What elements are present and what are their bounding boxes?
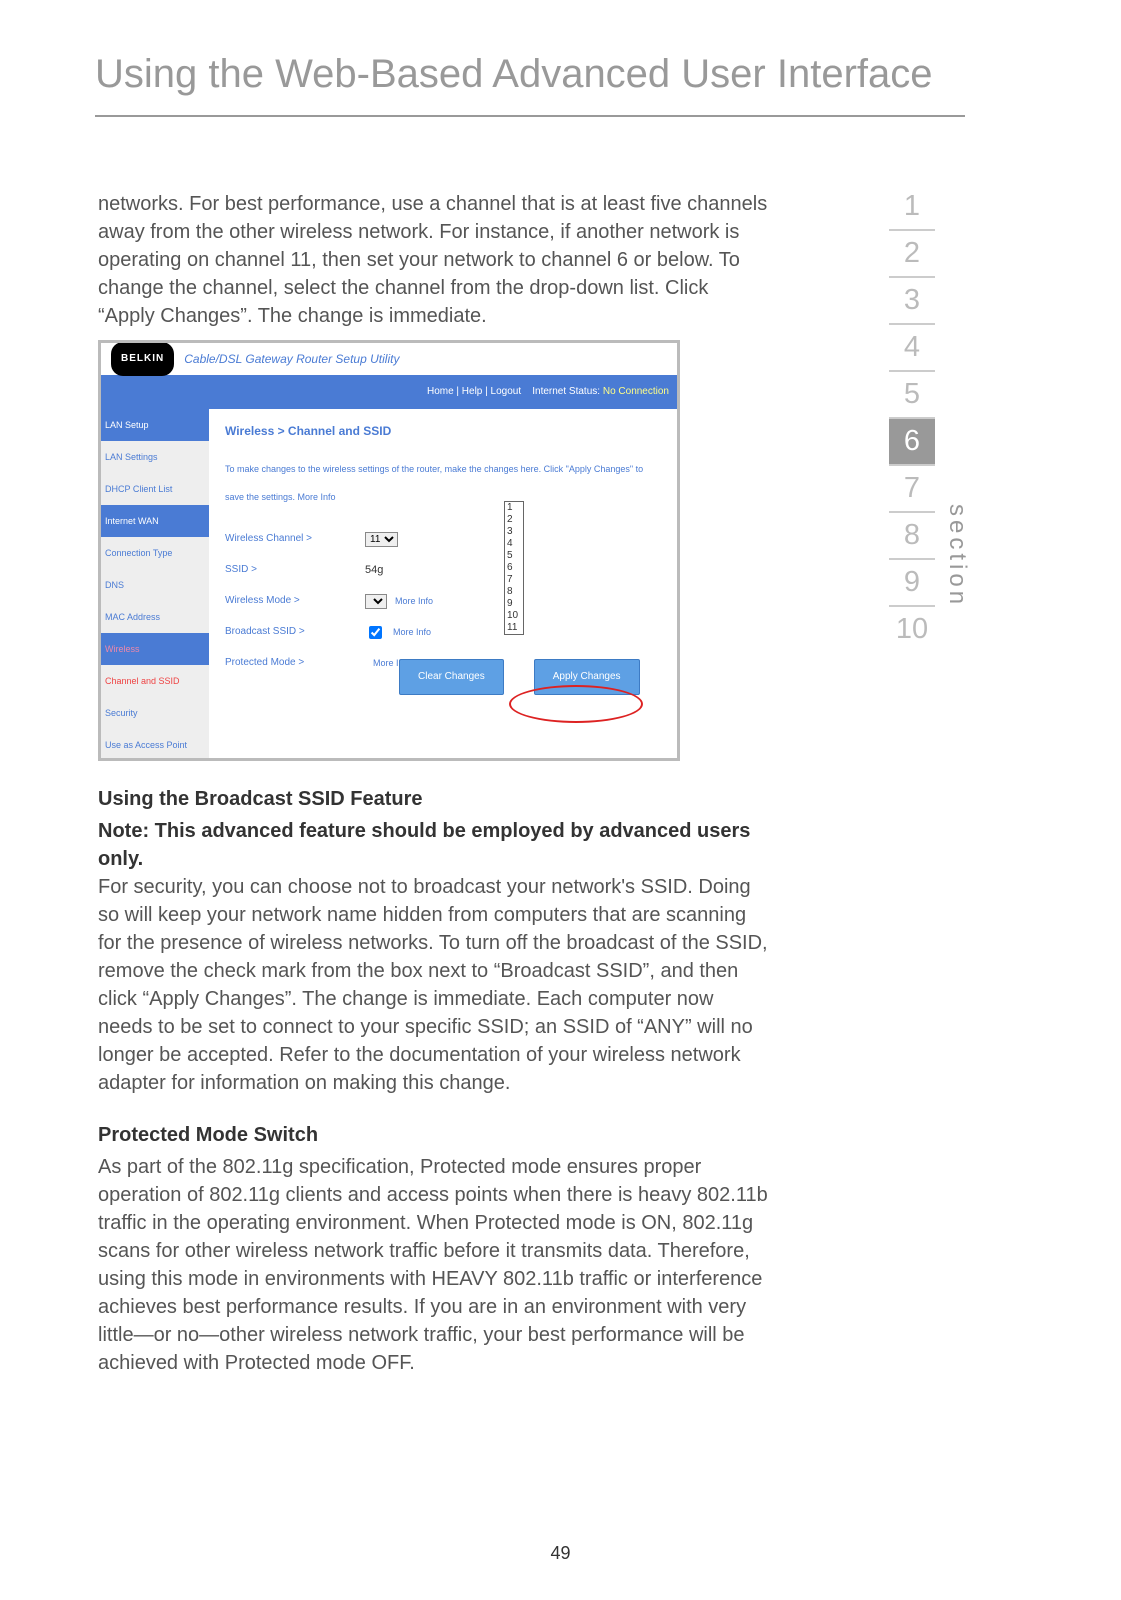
channel-option[interactable]: 5 <box>505 550 523 562</box>
router-sidebar: LAN SetupLAN SettingsDHCP Client ListInt… <box>101 409 209 761</box>
channel-option[interactable]: 3 <box>505 526 523 538</box>
broadcast-ssid-checkbox[interactable] <box>369 626 382 639</box>
router-header-text: Cable/DSL Gateway Router Setup Utility <box>184 345 399 373</box>
router-nav-item[interactable]: Security <box>101 697 209 729</box>
page-title: Using the Web-Based Advanced User Interf… <box>95 52 965 117</box>
para-broadcast: For security, you can choose not to broa… <box>98 873 768 1097</box>
section-label: section <box>943 504 971 608</box>
channel-dropdown[interactable]: 1234567891011 <box>504 501 524 635</box>
wireless-channel-select[interactable]: 11 <box>365 532 398 547</box>
highlight-circle <box>509 685 643 723</box>
clear-changes-button[interactable]: Clear Changes <box>399 659 504 695</box>
topbar-status-value: No Connection <box>603 386 669 397</box>
router-nav-item[interactable]: Channel and SSID <box>101 665 209 697</box>
topbar-status-label: Internet Status: <box>532 386 600 397</box>
channel-option[interactable]: 7 <box>505 574 523 586</box>
mode-more-info[interactable]: More Info <box>395 587 433 615</box>
section-nav-8[interactable]: 8 <box>889 513 935 560</box>
section-nav-2[interactable]: 2 <box>889 231 935 278</box>
protected-mode-label[interactable]: Protected Mode > <box>225 649 365 677</box>
section-nav-4[interactable]: 4 <box>889 325 935 372</box>
wireless-mode-select[interactable] <box>365 594 387 609</box>
section-nav-1[interactable]: 1 <box>889 184 935 231</box>
router-nav-item[interactable]: Use as Access Point <box>101 729 209 761</box>
section-nav: 12345678910 <box>889 184 935 652</box>
broadcast-ssid-label[interactable]: Broadcast SSID > <box>225 618 365 646</box>
wireless-channel-label[interactable]: Wireless Channel > <box>225 525 365 553</box>
channel-option[interactable]: 9 <box>505 598 523 610</box>
channel-option[interactable]: 4 <box>505 538 523 550</box>
heading-broadcast-ssid: Using the Broadcast SSID Feature <box>98 785 768 813</box>
page-number: 49 <box>0 1543 1121 1564</box>
belkin-logo: BELKIN <box>111 342 174 376</box>
channel-option[interactable]: 2 <box>505 514 523 526</box>
bcast-more-info[interactable]: More Info <box>393 618 431 646</box>
section-nav-6[interactable]: 6 <box>889 419 935 466</box>
channel-option[interactable]: 1 <box>505 502 523 514</box>
channel-option[interactable]: 6 <box>505 562 523 574</box>
section-nav-7[interactable]: 7 <box>889 466 935 513</box>
note-advanced: Note: This advanced feature should be em… <box>98 820 750 870</box>
router-nav-item[interactable]: LAN Settings <box>101 441 209 473</box>
wireless-mode-label[interactable]: Wireless Mode > <box>225 587 365 615</box>
router-main: Wireless > Channel and SSID To make chan… <box>209 409 677 761</box>
ssid-label[interactable]: SSID > <box>225 556 365 584</box>
channel-option[interactable]: 8 <box>505 586 523 598</box>
router-nav-item[interactable]: DNS <box>101 569 209 601</box>
heading-protected-mode: Protected Mode Switch <box>98 1121 768 1149</box>
router-nav-item[interactable]: MAC Address <box>101 601 209 633</box>
ssid-value: 54g <box>365 556 383 584</box>
section-nav-3[interactable]: 3 <box>889 278 935 325</box>
body-column: networks. For best performance, use a ch… <box>98 190 768 1387</box>
router-nav-item[interactable]: Internet WAN <box>101 505 209 537</box>
router-topbar: Home | Help | Logout Internet Status: No… <box>101 375 677 409</box>
router-screenshot: BELKIN Cable/DSL Gateway Router Setup Ut… <box>98 340 680 761</box>
section-nav-10[interactable]: 10 <box>889 607 935 652</box>
router-nav-item[interactable]: Wireless <box>101 633 209 665</box>
breadcrumb: Wireless > Channel and SSID <box>225 417 661 445</box>
channel-option[interactable]: 10 <box>505 610 523 622</box>
topbar-links[interactable]: Home | Help | Logout <box>427 386 521 397</box>
section-nav-9[interactable]: 9 <box>889 560 935 607</box>
para-channel: networks. For best performance, use a ch… <box>98 190 768 330</box>
section-nav-5[interactable]: 5 <box>889 372 935 419</box>
help-text: To make changes to the wireless settings… <box>225 455 661 511</box>
router-nav-item[interactable]: Connection Type <box>101 537 209 569</box>
para-protected: As part of the 802.11g specification, Pr… <box>98 1153 768 1377</box>
router-nav-item[interactable]: DHCP Client List <box>101 473 209 505</box>
channel-option[interactable]: 11 <box>505 622 523 634</box>
router-nav-item[interactable]: LAN Setup <box>101 409 209 441</box>
